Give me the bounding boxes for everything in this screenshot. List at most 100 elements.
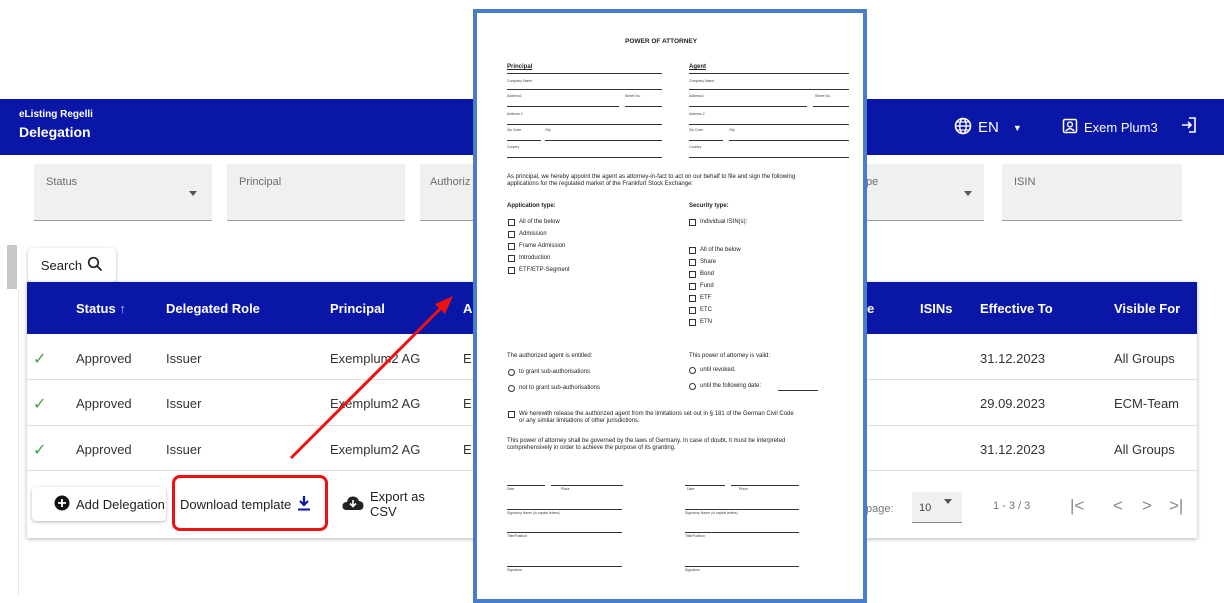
- cell-role: Issuer: [166, 442, 202, 457]
- last-page-icon[interactable]: >|: [1169, 496, 1183, 516]
- doc-sig-signature: Signature: [507, 568, 522, 572]
- authorized-filter[interactable]: Authoriz: [420, 164, 480, 221]
- doc-line: [813, 106, 849, 107]
- doc-line: [507, 157, 662, 158]
- doc-option: Fund: [700, 283, 714, 289]
- cell-status: Approved: [76, 442, 132, 457]
- doc-option: ETF: [700, 295, 712, 301]
- column-status[interactable]: Status ↑: [76, 301, 126, 316]
- doc-line: [507, 89, 662, 90]
- doc-field-city: City: [729, 128, 736, 132]
- doc-option: until the following date:: [700, 383, 762, 389]
- isin-filter[interactable]: ISIN: [1002, 164, 1182, 221]
- doc-principal-heading: Principal: [507, 64, 533, 70]
- doc-app-type-heading: Application type:: [507, 203, 556, 209]
- doc-field-city: City: [545, 128, 552, 132]
- doc-valid-heading: This power of attorney is valid:: [689, 353, 771, 359]
- cell-visible-for: ECM-Team: [1114, 396, 1180, 411]
- add-delegation-button[interactable]: Add Delegation: [32, 487, 166, 521]
- column-delegated-role[interactable]: Delegated Role: [166, 301, 260, 316]
- authorized-filter-label: Authoriz: [430, 176, 471, 188]
- power-of-attorney-preview: POWER OF ATTORNEY Principal Company Name…: [473, 9, 867, 603]
- pagination-range: 1 - 3 / 3: [993, 500, 1031, 512]
- scroll-handle[interactable]: [7, 245, 17, 289]
- doc-checkbox: [689, 295, 696, 302]
- doc-checkbox: [689, 271, 696, 278]
- doc-option: until revoked.: [700, 367, 736, 373]
- doc-field-address: Address1: [689, 94, 704, 98]
- doc-line: [507, 124, 662, 125]
- doc-field-zip: Zip Code: [689, 128, 704, 132]
- principal-filter-label: Principal: [239, 176, 282, 188]
- doc-line: [685, 509, 799, 510]
- doc-option: Introduction: [519, 255, 551, 261]
- doc-sig-place: Place: [739, 487, 748, 491]
- doc-radio: [508, 385, 515, 392]
- export-csv-label: Export as CSV: [370, 489, 425, 519]
- cell-role: Issuer: [166, 396, 202, 411]
- user-menu[interactable]: Exem Plum3: [1062, 118, 1158, 137]
- doc-option: ETC: [700, 307, 712, 313]
- doc-option: ETF/ETP-Segment: [519, 267, 570, 273]
- user-name: Exem Plum3: [1084, 120, 1158, 135]
- doc-sig-name: Signatory Name (in capital letters): [507, 511, 560, 515]
- status-filter[interactable]: Status: [34, 164, 212, 221]
- doc-radio: [689, 367, 696, 374]
- cell-effective-to: 31.12.2023: [980, 351, 1046, 366]
- language-label: EN: [978, 119, 999, 136]
- doc-sig-signature: Signature: [685, 568, 700, 572]
- add-circle-icon: [54, 495, 70, 514]
- search-button[interactable]: Search: [28, 248, 116, 282]
- doc-field-street: Street No.: [625, 94, 641, 98]
- column-effective-to[interactable]: Effective To: [980, 301, 1053, 316]
- principal-filter[interactable]: Principal: [227, 164, 405, 221]
- column-visible-for[interactable]: Visible For: [1114, 301, 1180, 316]
- app-name: eListing Regelli: [19, 109, 93, 120]
- language-selector[interactable]: EN ▼: [954, 117, 1022, 138]
- doc-line: [689, 89, 849, 90]
- column-type[interactable]: e: [867, 301, 874, 316]
- first-page-icon[interactable]: |<: [1070, 496, 1084, 516]
- cell-status: Approved: [76, 351, 132, 366]
- rows-per-page-select[interactable]: 10: [912, 492, 962, 523]
- doc-intro: applications for the regulated market of…: [507, 181, 694, 187]
- doc-checkbox: [689, 283, 696, 290]
- next-page-icon[interactable]: >: [1142, 496, 1152, 516]
- cell-effective-to: 29.09.2023: [980, 396, 1046, 411]
- doc-checkbox: [689, 219, 696, 226]
- add-delegation-label: Add Delegation: [76, 496, 165, 512]
- globe-icon: [954, 117, 972, 138]
- doc-field-company: Company Name: [507, 79, 533, 83]
- previous-page-icon[interactable]: <: [1113, 496, 1123, 516]
- search-icon: [87, 256, 103, 275]
- cell-visible-for: All Groups: [1114, 442, 1175, 457]
- doc-radio: [689, 383, 696, 390]
- doc-sig-title: Title/Position: [507, 534, 527, 538]
- doc-option: ETN: [700, 319, 712, 325]
- user-icon: [1062, 118, 1078, 137]
- doc-sig-date: Date: [507, 487, 515, 491]
- doc-option: not to grant sub-authorisations: [519, 385, 601, 391]
- type-filter-label: pe: [866, 176, 879, 188]
- export-csv-button[interactable]: Export as CSV: [342, 487, 454, 521]
- cell-role: Issuer: [166, 351, 202, 366]
- type-filter[interactable]: pe: [862, 164, 984, 221]
- doc-option: All of the below: [700, 247, 741, 253]
- doc-radio: [508, 369, 515, 376]
- logout-icon[interactable]: [1180, 116, 1198, 139]
- doc-option: Bond: [700, 271, 715, 277]
- doc-line: [685, 566, 799, 567]
- doc-option: Frame Admission: [519, 243, 566, 249]
- doc-line: [685, 532, 799, 533]
- doc-option: Individual ISIN(s):: [700, 219, 748, 225]
- doc-line: [507, 106, 619, 107]
- doc-line: [551, 485, 623, 486]
- chevron-down-icon: ▼: [1012, 122, 1022, 133]
- doc-checkbox: [508, 219, 515, 226]
- column-isins[interactable]: ISINs: [920, 301, 953, 316]
- doc-sig-name: Signatory Name (in capital letters): [685, 511, 738, 515]
- doc-law: comprehensively in order to achieve the …: [507, 445, 676, 451]
- approved-check-icon: ✓: [33, 396, 47, 413]
- doc-line: [689, 157, 849, 158]
- doc-checkbox: [508, 231, 515, 238]
